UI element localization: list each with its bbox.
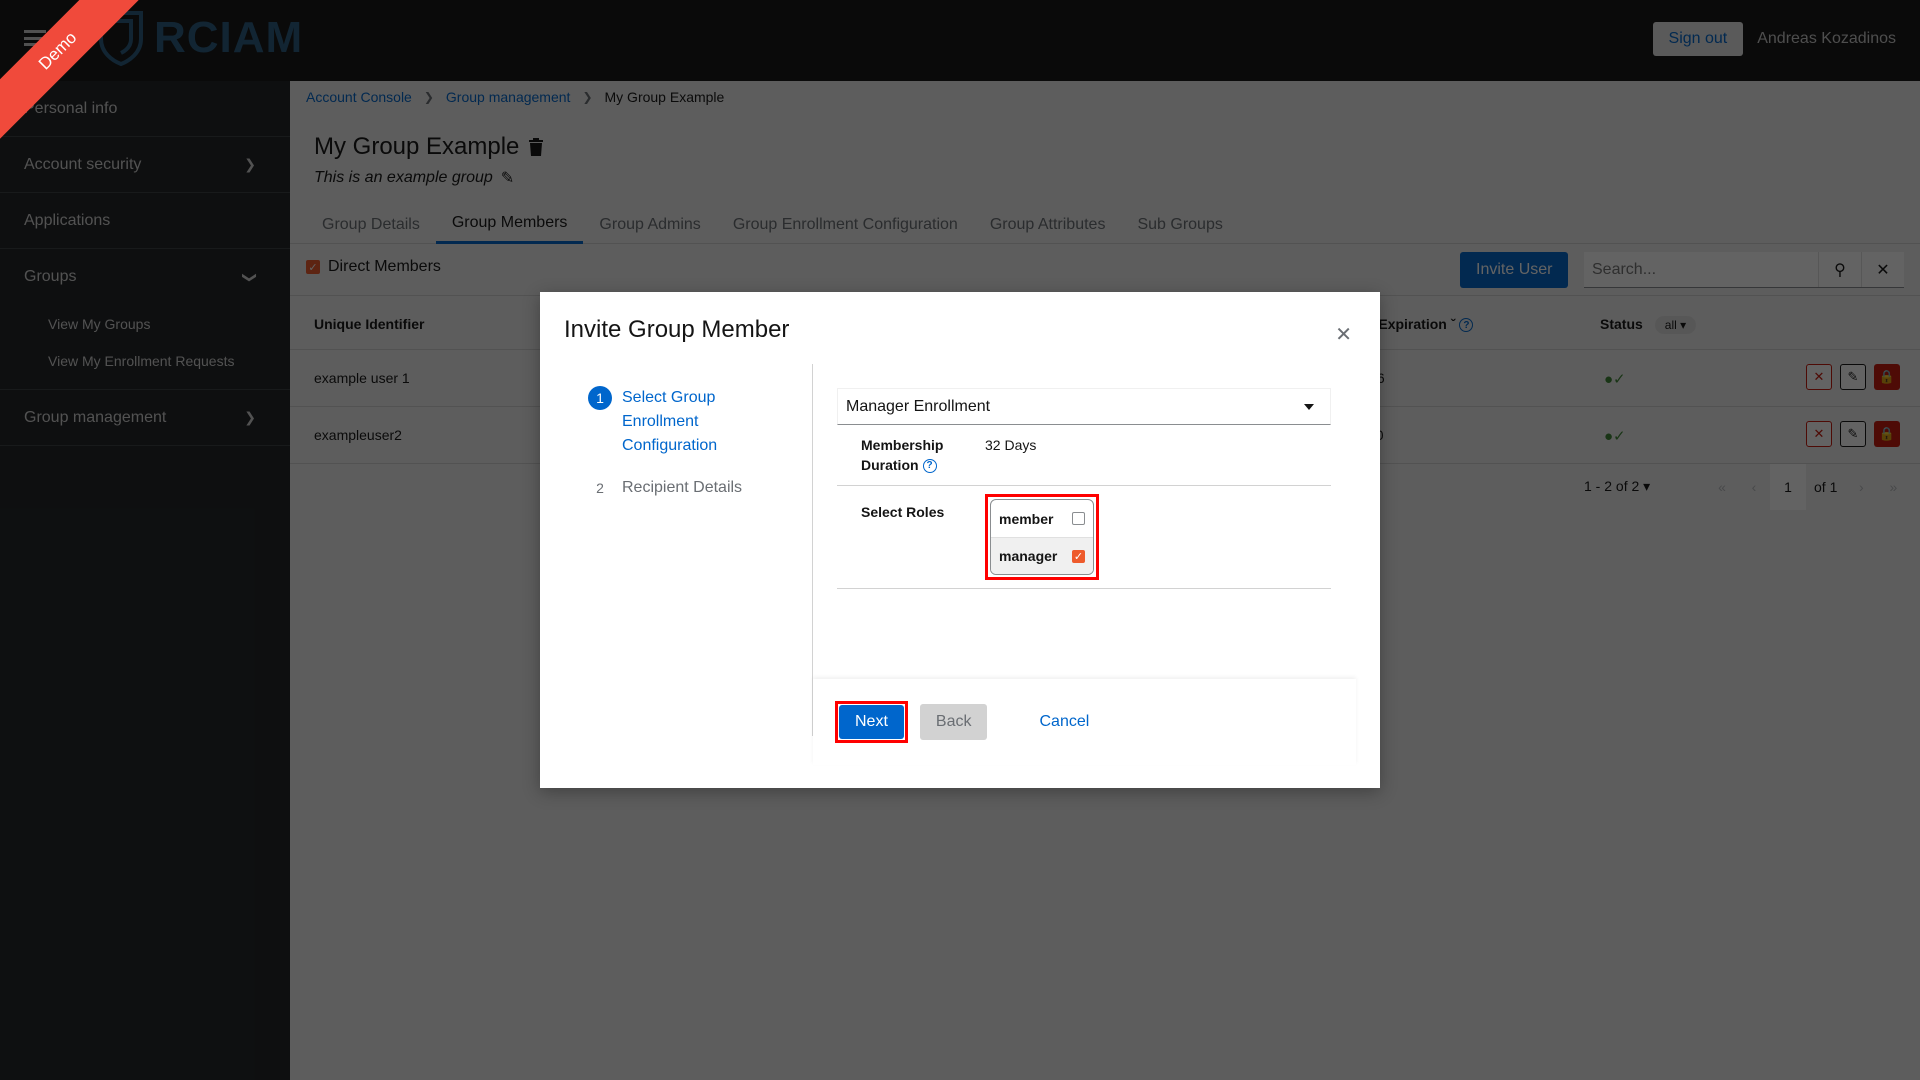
modal-title: Invite Group Member	[564, 316, 790, 343]
select-roles-label: Select Roles	[861, 504, 945, 520]
role-checkbox-member[interactable]	[1072, 512, 1085, 525]
cancel-button[interactable]: Cancel	[1039, 713, 1089, 731]
wizard-footer: Next Back Cancel	[813, 679, 1356, 765]
enrollment-configuration-select[interactable]: Manager Enrollment	[837, 388, 1331, 425]
wizard-nav: 1 Select Group Enrollment Configuration …	[588, 386, 788, 518]
roles-list: member manager ✓	[990, 499, 1094, 575]
wizard-body: Manager Enrollment Membership Duration? …	[837, 388, 1331, 589]
role-name: manager	[999, 548, 1058, 564]
help-icon[interactable]: ?	[922, 459, 937, 474]
membership-duration-row: Membership Duration? 32 Days	[837, 425, 1331, 486]
role-name: member	[999, 510, 1054, 527]
role-option-member[interactable]: member	[991, 500, 1093, 537]
wizard-step-1[interactable]: 1 Select Group Enrollment Configuration	[588, 386, 788, 458]
membership-duration-value: 32 Days	[985, 437, 1037, 453]
step-label: Recipient Details	[622, 479, 743, 496]
role-checkbox-manager[interactable]: ✓	[1072, 549, 1085, 563]
back-button[interactable]: Back	[919, 704, 988, 740]
step-number: 2	[596, 480, 604, 496]
step-label: Select Group Enrollment Configuration	[622, 389, 718, 454]
roles-highlight: member manager ✓	[985, 494, 1099, 580]
select-roles-row: Select Roles member manager ✓	[837, 486, 1331, 589]
wizard-step-2[interactable]: 2 Recipient Details	[588, 476, 788, 500]
next-button[interactable]: Next	[839, 705, 904, 739]
step-number: 1	[588, 386, 612, 410]
next-highlight: Next	[835, 701, 908, 743]
enrollment-select-value: Manager Enrollment	[846, 397, 991, 415]
role-option-manager[interactable]: manager ✓	[991, 537, 1093, 574]
close-icon[interactable]: ✕	[1335, 322, 1352, 347]
invite-group-member-modal: Invite Group Member ✕ 1 Select Group Enr…	[540, 292, 1380, 788]
caret-down-icon	[1304, 403, 1314, 410]
